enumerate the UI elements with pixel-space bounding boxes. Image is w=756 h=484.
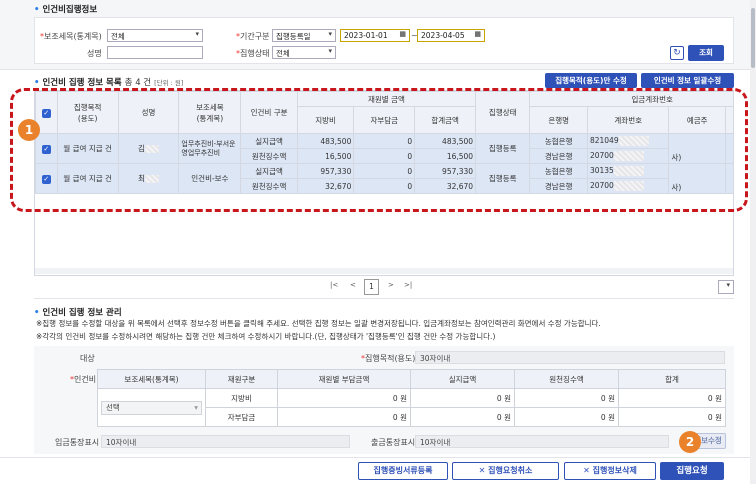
calendar-icon[interactable]: ▦ <box>399 30 406 38</box>
labor-label: *인건비 <box>70 375 97 384</box>
table-row: 선택 ▾ 지방비 0 원 0 원 0 원 0 원 <box>97 388 726 427</box>
chevron-down-icon: ▾ <box>195 30 199 38</box>
labor-subitem-select[interactable]: 선택 ▾ <box>101 400 202 415</box>
chevron-down-icon: ▾ <box>726 281 730 289</box>
request-button[interactable]: 집행요청 <box>660 462 724 480</box>
highlight-annotation <box>10 88 748 212</box>
chevron-down-icon: ▾ <box>328 47 332 55</box>
purpose-input[interactable]: 30자이내 <box>415 351 725 364</box>
date-to-input[interactable]: 2023-04-05 ▦ <box>417 29 485 42</box>
labor-burden[interactable]: 0 원 <box>277 388 411 408</box>
manage-note-1: ※집행 정보를 수정할 대상을 위 목록에서 선택후 정보수정 버튼을 클릭해 … <box>36 319 601 328</box>
period-type-select[interactable]: 집행등록일 ▾ <box>272 29 336 42</box>
close-icon: ✕ <box>478 466 486 475</box>
status-label: *집행상태 <box>236 49 270 58</box>
manage-title: 인건비 집행 정보 관리 <box>34 306 121 318</box>
labor-col-subitem: 보조세목(통계목) <box>97 369 206 389</box>
labor-fund: 지방비 <box>205 388 278 408</box>
period-label: *기간구분 <box>236 32 270 41</box>
list-scrollbar[interactable] <box>35 268 733 274</box>
cancel-request-button[interactable]: ✕ 집행요청취소 <box>452 462 559 480</box>
chevron-down-icon: ▾ <box>194 402 198 412</box>
labor-withheld[interactable]: 0 원 <box>514 388 619 408</box>
date-from-input[interactable]: 2023-01-01 ▦ <box>340 29 410 42</box>
labor-subitem-cell[interactable]: 선택 ▾ <box>97 388 206 427</box>
page-prev-button[interactable]: < <box>350 281 356 289</box>
labor-col-burden: 재원별 부담금액 <box>277 369 411 389</box>
manage-note-2: ※각각의 인건비 정보를 수정하시려면 해당하는 집행 건만 체크하여 수정하시… <box>36 332 496 341</box>
budget-item-label: *보조세목(통계목) <box>40 32 102 41</box>
page-current[interactable]: 1 <box>364 279 379 295</box>
filter-section-title: 인건비집행정보 <box>34 3 97 15</box>
refresh-icon[interactable]: ↻ <box>670 46 684 60</box>
labor-col-fund: 재원구분 <box>205 369 278 389</box>
withdraw-label: 출금통장표시 <box>371 438 416 447</box>
search-button[interactable]: 조회 <box>688 45 724 61</box>
labor-paid[interactable]: 0 원 <box>410 388 515 408</box>
budget-item-select[interactable]: 전체 ▾ <box>107 29 203 42</box>
close-icon: ✕ <box>583 466 590 475</box>
labor-burden[interactable]: 0 원 <box>277 407 411 427</box>
pagination: |< < 1 > >| <box>326 279 426 295</box>
page-next-button[interactable]: > <box>388 281 394 289</box>
labor-col-paid: 실지급액 <box>410 369 515 389</box>
chevron-down-icon: ▾ <box>328 30 332 38</box>
delete-info-button[interactable]: ✕ 집행정보삭제 <box>564 462 656 480</box>
labor-withheld[interactable]: 0 원 <box>514 407 619 427</box>
page-last-button[interactable]: >| <box>404 281 412 289</box>
manage-divider <box>34 298 734 299</box>
name-input[interactable] <box>107 46 203 59</box>
deposit-input[interactable]: 10자이내 <box>101 435 350 448</box>
calendar-icon[interactable]: ▦ <box>474 30 481 38</box>
labor-table: 보조세목(통계목) 재원구분 재원별 부담금액 실지급액 원천징수액 합계 선택… <box>97 369 726 427</box>
target-label: 대상 <box>80 354 95 363</box>
list-count: 총 4 건 <box>124 78 152 88</box>
labor-total: 0 원 <box>618 407 726 427</box>
labor-col-withheld: 원천징수액 <box>514 369 619 389</box>
doc-register-button[interactable]: 집행증빙서류등록 <box>358 462 448 480</box>
name-label: 성명 <box>87 49 102 58</box>
bulk-edit-button[interactable]: 인건비 정보 일괄수정 <box>641 73 734 88</box>
labor-fund: 자부담금 <box>205 407 278 427</box>
window-scrollbar[interactable] <box>750 0 756 484</box>
purpose-label: *집행목적(용도) <box>361 354 416 363</box>
labor-paid[interactable]: 0 원 <box>410 407 515 427</box>
annotation-badge-2: 2 <box>679 431 701 453</box>
window-scrollbar-thumb[interactable] <box>751 8 755 68</box>
annotation-badge-1: 1 <box>18 119 40 141</box>
status-select[interactable]: 전체 ▾ <box>272 46 336 59</box>
labor-col-total: 합계 <box>618 369 726 389</box>
page-first-button[interactable]: |< <box>330 281 338 289</box>
page-size-select[interactable]: ▾ <box>718 280 734 294</box>
list-title: 인건비 집행 정보 목록 총 4 건 [단위 : 원] <box>34 76 183 88</box>
deposit-label: 입금통장표시 <box>55 438 100 447</box>
withdraw-input[interactable]: 10자이내 <box>415 435 669 448</box>
labor-total: 0 원 <box>618 388 726 408</box>
edit-purpose-button[interactable]: 집행목적(용도)만 수정 <box>545 73 637 88</box>
list-unit: [단위 : 원] <box>154 79 184 87</box>
